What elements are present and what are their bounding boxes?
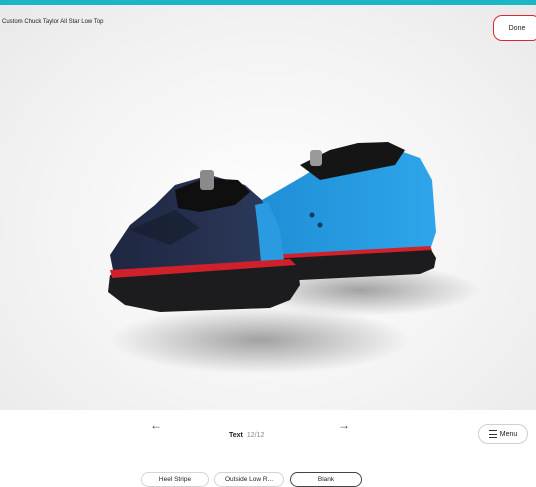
left-shoe (108, 170, 300, 312)
arrow-left-icon[interactable]: ← (150, 418, 162, 432)
arrow-right-icon[interactable]: → (338, 418, 350, 432)
step-indicator: Text 12/12 (229, 432, 264, 439)
page-title: Custom Chuck Taylor All Star Low Top (2, 19, 104, 25)
step-label: Text (229, 432, 243, 439)
shoe-render[interactable] (0, 5, 536, 410)
done-button[interactable]: Done (493, 15, 536, 41)
hamburger-icon (488, 430, 497, 438)
step-count: 12/12 (246, 432, 265, 439)
chip-heel-stripe[interactable]: Heel Stripe (141, 472, 209, 487)
chip-blank[interactable]: Blank (290, 472, 362, 487)
chip-outside-low[interactable]: Outside Low R... (214, 472, 284, 487)
menu-label: Menu (499, 430, 518, 438)
menu-button[interactable]: Menu (478, 424, 528, 444)
shadow-left (110, 306, 410, 374)
